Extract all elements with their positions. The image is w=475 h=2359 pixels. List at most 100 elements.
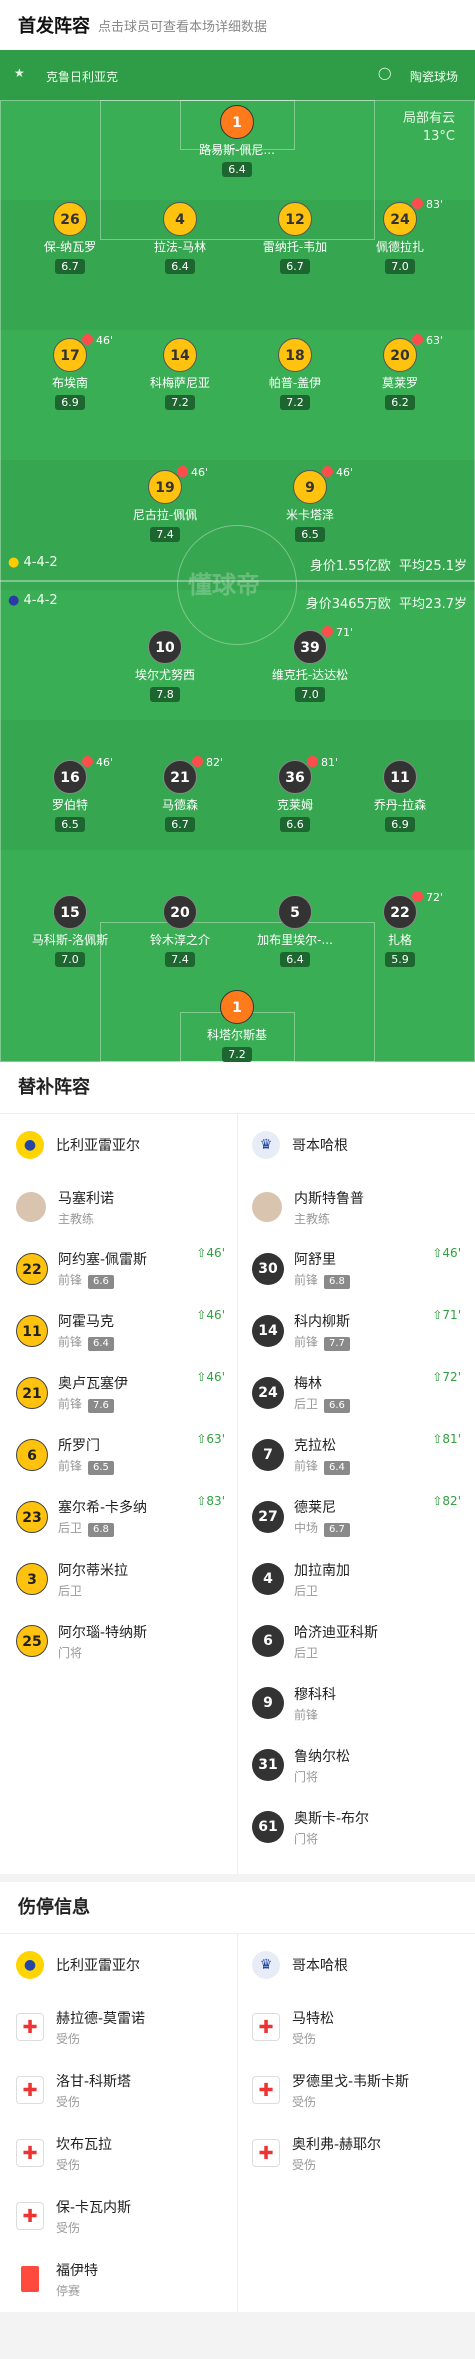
away-formation: ● 4-4-2	[8, 593, 58, 608]
player-name: 科梅萨尼亚	[149, 376, 210, 390]
home-subs-team-name: 比利亚雷亚尔	[56, 1138, 140, 1154]
sub-rating: 7.7	[324, 1337, 350, 1351]
sub-player-row[interactable]: 4 加拉南加 后卫	[252, 1548, 467, 1610]
player-marker[interactable]: 1 路易斯-佩尼... 6.4	[182, 105, 292, 177]
player-marker[interactable]: 22 扎格 5.9 72'	[345, 891, 455, 967]
sub-player-row[interactable]: 23 塞尔希-卡多纳 后卫 6.8 ⇧83'	[16, 1486, 231, 1548]
injury-row[interactable]: 福伊特 停赛	[16, 2248, 98, 2310]
player-marker[interactable]: 20 莫莱罗 6.2 63'	[345, 334, 455, 410]
sub-name: 德莱尼	[294, 1500, 336, 1516]
away-coach[interactable]: 内斯特鲁普 主教练	[252, 1176, 364, 1238]
injury-row[interactable]: ✚ 保-卡瓦内斯 受伤	[16, 2185, 131, 2247]
sub-on-minute: 72'	[442, 1370, 461, 1384]
sub-number: 21	[16, 1377, 48, 1409]
sub-player-row[interactable]: 7 克拉松 前锋 6.4 ⇧81'	[252, 1424, 467, 1486]
sub-player-row[interactable]: 6 哈济迪亚科斯 后卫	[252, 1610, 467, 1672]
sub-player-row[interactable]: 11 阿霍马克 前锋 6.4 ⇧46'	[16, 1300, 231, 1362]
away-subs-team[interactable]: ♛ 哥本哈根	[252, 1114, 348, 1176]
player-marker[interactable]: 26 保-纳瓦罗 6.7	[15, 202, 125, 274]
player-marker[interactable]: 21 马德森 6.7 82'	[125, 756, 235, 832]
sub-on-icon: ⇧71'	[432, 1308, 461, 1322]
injury-player-name: 赫拉德-莫雷诺	[56, 2010, 146, 2027]
home-coach[interactable]: 马塞利诺 主教练	[16, 1176, 114, 1238]
sub-position: 后卫	[294, 1397, 319, 1411]
sub-position: 前锋	[294, 1459, 319, 1473]
injury-row[interactable]: ✚ 赫拉德-莫雷诺 受伤	[16, 1996, 145, 2058]
sub-number: 31	[252, 1749, 284, 1781]
sub-off-icon: 46'	[322, 466, 353, 479]
sub-position: 后卫	[294, 1645, 319, 1660]
player-marker[interactable]: 10 埃尔尤努西 7.8	[110, 630, 220, 702]
player-marker[interactable]: 1 科塔尔斯基 7.2	[182, 990, 292, 1062]
sub-minute: 71'	[336, 626, 354, 639]
sub-minute: 72'	[426, 891, 444, 904]
player-rating: 7.4	[150, 527, 180, 542]
sub-player-row[interactable]: 24 梅林 后卫 6.6 ⇧72'	[252, 1362, 467, 1424]
sub-player-row[interactable]: 6 所罗门 前锋 6.5 ⇧63'	[16, 1424, 231, 1486]
sub-player-row[interactable]: 3 阿尔蒂米拉 后卫	[16, 1548, 231, 1610]
player-marker[interactable]: 20 铃木淳之介 7.4	[125, 895, 235, 967]
injury-row[interactable]: ✚ 奥利弗-赫耶尔 受伤	[252, 2122, 381, 2184]
player-rating: 6.2	[385, 395, 415, 410]
medical-cross-icon: ✚	[252, 2013, 280, 2041]
sub-on-minute: 46'	[206, 1246, 225, 1260]
sub-name: 塞尔希-卡多纳	[58, 1500, 148, 1516]
home-injury-team[interactable]: ● 比利亚雷亚尔	[16, 1934, 140, 1996]
sub-player-row[interactable]: 22 阿约塞-佩雷斯 前锋 6.6 ⇧46'	[16, 1238, 231, 1300]
player-marker[interactable]: 16 罗伯特 6.5 46'	[15, 756, 125, 832]
player-name: 埃尔尤努西	[134, 668, 195, 682]
player-marker[interactable]: 36 克莱姆 6.6 81'	[240, 756, 350, 832]
player-marker[interactable]: 12 雷纳托-韦加 6.7	[240, 202, 350, 274]
player-rating: 6.9	[385, 817, 415, 832]
player-marker[interactable]: 14 科梅萨尼亚 7.2	[125, 338, 235, 410]
injury-row[interactable]: ✚ 马特松 受伤	[252, 1996, 334, 2058]
injury-row[interactable]: ✚ 罗德里戈-韦斯卡斯 受伤	[252, 2059, 409, 2121]
sub-player-row[interactable]: 61 奥斯卡-布尔 门将	[252, 1796, 467, 1858]
copenhagen-badge-icon: ♛	[252, 1131, 280, 1159]
medical-cross-icon: ✚	[16, 2202, 44, 2230]
sub-name: 阿霍马克	[58, 1314, 114, 1330]
home-subs-team[interactable]: ● 比利亚雷亚尔	[16, 1114, 140, 1176]
injury-player-name: 罗德里戈-韦斯卡斯	[292, 2073, 410, 2090]
player-marker[interactable]: 9 米卡塔泽 6.5 46'	[255, 466, 365, 542]
sub-rating: 6.6	[88, 1275, 114, 1289]
sub-player-row[interactable]: 21 奥卢瓦塞伊 前锋 7.6 ⇧46'	[16, 1362, 231, 1424]
player-marker[interactable]: 39 维克托-达达松 7.0 71'	[255, 626, 365, 702]
sub-off-icon: 46'	[82, 334, 113, 347]
sub-on-minute: 82'	[442, 1494, 461, 1508]
sub-off-icon: 81'	[307, 756, 338, 769]
player-marker[interactable]: 11 乔丹-拉森 6.9	[345, 760, 455, 832]
red-card-icon	[21, 2266, 39, 2292]
player-marker[interactable]: 18 帕普-盖伊 7.2	[240, 338, 350, 410]
player-marker[interactable]: 17 布埃南 6.9 46'	[15, 334, 125, 410]
player-marker[interactable]: 5 加布里埃尔-... 6.4	[240, 895, 350, 967]
player-rating: 7.0	[295, 687, 325, 702]
sub-player-row[interactable]: 9 穆科科 前锋	[252, 1672, 467, 1734]
sub-name: 所罗门	[58, 1438, 100, 1454]
player-name: 加布里埃尔-...	[257, 933, 333, 947]
player-rating: 5.9	[385, 952, 415, 967]
sub-number: 7	[252, 1439, 284, 1471]
away-injury-team[interactable]: ♛ 哥本哈根	[252, 1934, 348, 1996]
player-rating: 6.7	[165, 817, 195, 832]
sub-player-row[interactable]: 25 阿尔瑙-特纳斯 门将	[16, 1610, 231, 1672]
sub-player-row[interactable]: 27 德莱尼 中场 6.7 ⇧82'	[252, 1486, 467, 1548]
sub-player-row[interactable]: 14 科内柳斯 前锋 7.7 ⇧71'	[252, 1300, 467, 1362]
sub-name: 鲁纳尔松	[294, 1748, 350, 1765]
sub-player-row[interactable]: 31 鲁纳尔松门将	[252, 1734, 467, 1796]
player-name: 马科斯-洛佩斯	[31, 933, 109, 947]
player-marker[interactable]: 15 马科斯-洛佩斯 7.0	[15, 895, 125, 967]
home-stadium-icon: ★	[14, 66, 25, 80]
player-rating: 6.6	[280, 817, 310, 832]
sub-rating: 6.8	[88, 1523, 114, 1537]
player-marker[interactable]: 19 尼古拉-佩佩 7.4 46'	[110, 466, 220, 542]
injury-row[interactable]: ✚ 坎布瓦拉 受伤	[16, 2122, 112, 2184]
injury-row[interactable]: ✚ 洛甘-科斯塔 受伤	[16, 2059, 131, 2121]
injury-status: 停赛	[56, 2283, 81, 2298]
sub-on-icon: ⇧63'	[196, 1432, 225, 1446]
player-marker[interactable]: 4 拉法-马林 6.4	[125, 202, 235, 274]
sub-position: 门将	[294, 1769, 319, 1784]
player-marker[interactable]: 24 佩德拉扎 7.0 83'	[345, 198, 455, 274]
home-team-name: 克鲁日利亚克	[46, 70, 119, 84]
sub-player-row[interactable]: 30 阿舒里 前锋 6.8 ⇧46'	[252, 1238, 467, 1300]
